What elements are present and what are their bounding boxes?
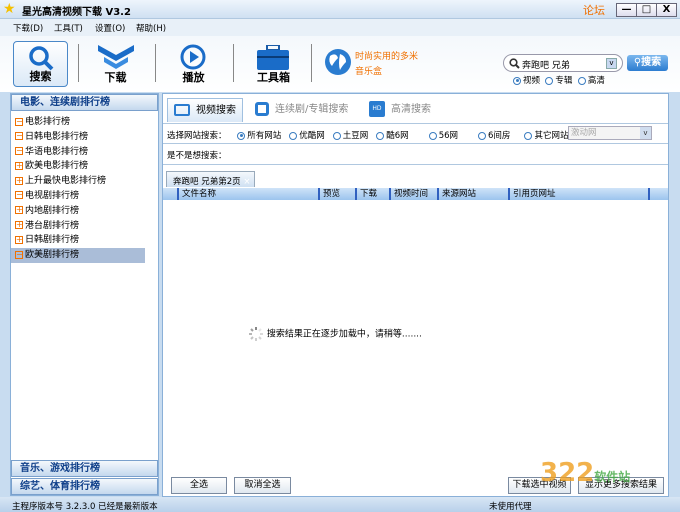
expand-icon[interactable]: +: [15, 206, 23, 215]
minimize-button[interactable]: —: [616, 3, 637, 17]
expand-icon[interactable]: +: [15, 176, 23, 185]
column-header[interactable]: 来源网站: [437, 188, 476, 200]
download-tool-button[interactable]: 下载: [88, 41, 143, 87]
select-all-button[interactable]: 全选: [171, 477, 227, 494]
column-header[interactable]: 引用页网址: [508, 188, 556, 200]
main-panel: 视频搜索 连续剧/专辑搜索 HD 高清搜索 选择网站搜索： 所有网站 优酷网 土豆网酷…: [162, 93, 669, 497]
chevron-down-icon: v: [640, 127, 651, 139]
search-button[interactable]: ⚲搜索: [627, 55, 668, 71]
maximize-button[interactable]: □: [636, 3, 657, 17]
hd-icon: HD: [369, 101, 385, 117]
sidebar-item[interactable]: + 欧美电影排行榜: [11, 159, 158, 174]
sidebar-item[interactable]: − 电视剧排行榜: [11, 189, 158, 204]
results-table-header: 文件名称 预览 下载 视频时间 来源网站 引用页网址: [163, 188, 668, 200]
sidebar-item[interactable]: + 内地剧排行榜: [11, 204, 158, 219]
column-header[interactable]: 视频时间: [389, 188, 428, 200]
sidebar: 电影、连续剧排行榜 − 电影排行榜 − 日韩电影排行榜 − 华语电影排行榜 + 欧美电影排行榜…: [10, 93, 159, 496]
sidebar-item[interactable]: − 日韩电影排行榜: [11, 130, 158, 145]
spinner-icon: [249, 327, 263, 341]
menu-bar: 下载(D) 工具(T) 设置(O) 帮助(H): [0, 19, 680, 36]
other-site-select[interactable]: 激动网 v: [568, 126, 652, 140]
search-value: 奔跑吧 兄弟: [522, 61, 570, 71]
toolbox-tool-button[interactable]: 工具箱: [246, 41, 301, 87]
proxy-status: 未使用代理: [489, 502, 532, 512]
radio-video[interactable]: 视频: [513, 76, 540, 86]
sidebar-item[interactable]: − 欧美剧排行榜: [11, 248, 145, 263]
site-radio[interactable]: 6间房: [478, 131, 510, 141]
expand-icon[interactable]: +: [15, 235, 23, 244]
search-input[interactable]: 奔跑吧 兄弟 v: [503, 54, 623, 72]
expand-icon[interactable]: +: [15, 221, 23, 230]
collapse-icon[interactable]: −: [15, 191, 23, 200]
menu-download[interactable]: 下载(D): [13, 22, 43, 34]
sidebar-item[interactable]: − 华语电影排行榜: [11, 145, 158, 160]
suggestion-row: 是不是想搜索：: [163, 144, 668, 165]
site-radio[interactable]: 56网: [428, 131, 458, 141]
radio-album[interactable]: 专辑: [545, 76, 572, 86]
sidebar-item[interactable]: + 日韩剧排行榜: [11, 233, 158, 248]
collapse-icon[interactable]: −: [15, 250, 23, 259]
close-button[interactable]: X: [656, 3, 677, 17]
collapse-icon[interactable]: −: [15, 147, 23, 156]
collapse-icon[interactable]: −: [15, 132, 23, 141]
loading-indicator: 搜索结果正在逐步加载中，请稍等.......: [248, 326, 422, 342]
site-radio[interactable]: 土豆网: [332, 131, 368, 141]
column-header[interactable]: 预览: [318, 188, 340, 200]
sidebar-item[interactable]: − 电影排行榜: [11, 115, 158, 130]
column-header[interactable]: 下载: [355, 188, 377, 200]
download-chevron-icon: [98, 45, 134, 69]
film-icon: [174, 104, 190, 116]
status-bar: 主程序版本号 3.2.3.0 已经是最新版本 未使用代理: [0, 497, 680, 512]
menu-help[interactable]: 帮助(H): [136, 22, 166, 34]
tab-video-search[interactable]: 视频搜索: [167, 98, 243, 122]
search-tool-button[interactable]: 搜索: [13, 41, 68, 87]
site-radio[interactable]: 酷6网: [376, 131, 409, 141]
search-type-radios: 视频 专辑 高清: [513, 74, 605, 86]
site-filter-row: 选择网站搜索： 所有网站 优酷网 土豆网 酷6网 56网 6间房 其它网站 激动网 v: [163, 123, 668, 144]
deselect-all-button[interactable]: 取消全选: [234, 477, 291, 494]
tab-series-search[interactable]: 连续剧/专辑搜索: [255, 98, 348, 122]
site-radio[interactable]: 所有网站: [237, 131, 281, 141]
series-icon: [255, 102, 269, 116]
app-star-icon: ★: [3, 1, 16, 17]
close-tab-icon[interactable]: ×: [243, 177, 250, 187]
play-icon: [180, 44, 206, 70]
menu-tools[interactable]: 工具(T): [54, 22, 83, 34]
toolbox-icon: [257, 45, 289, 70]
play-tool-button[interactable]: 播放: [166, 41, 221, 87]
site-radio[interactable]: 优酷网: [289, 131, 325, 141]
menu-settings[interactable]: 设置(O): [95, 22, 125, 34]
version-status: 主程序版本号 3.2.3.0 已经是最新版本: [12, 502, 158, 512]
tab-hd-search[interactable]: HD 高清搜索: [369, 98, 431, 122]
window-title: 星光高清视频下载 V3.2: [22, 7, 131, 18]
globe-icon[interactable]: [324, 48, 352, 76]
watermark-logo: 322软件站: [540, 458, 631, 488]
collapse-icon[interactable]: −: [15, 117, 23, 126]
sidebar-item[interactable]: + 上升最快电影排行榜: [11, 174, 158, 189]
expand-icon[interactable]: +: [15, 161, 23, 170]
radio-hd[interactable]: 高清: [577, 76, 605, 86]
site-radio[interactable]: 其它网站: [524, 131, 568, 141]
sidebar-header-music[interactable]: 音乐、游戏排行榜: [11, 460, 158, 477]
column-header[interactable]: 文件名称: [177, 188, 216, 200]
result-tab[interactable]: 奔跑吧 兄弟第2页 ×: [166, 171, 255, 187]
search-icon: [509, 58, 520, 69]
sidebar-header-movies[interactable]: 电影、连续剧排行榜: [11, 94, 158, 111]
title-bar: ★ 星光高清视频下载 V3.2 论坛 — □ X: [0, 0, 680, 19]
search-dropdown-chevron-icon[interactable]: v: [606, 58, 617, 69]
promo-link[interactable]: 时尚实用的多米 音乐盒: [355, 50, 418, 80]
sidebar-item[interactable]: + 港台剧排行榜: [11, 219, 158, 234]
forum-link[interactable]: 论坛: [583, 2, 605, 18]
sidebar-header-variety[interactable]: 综艺、体育排行榜: [11, 478, 158, 495]
